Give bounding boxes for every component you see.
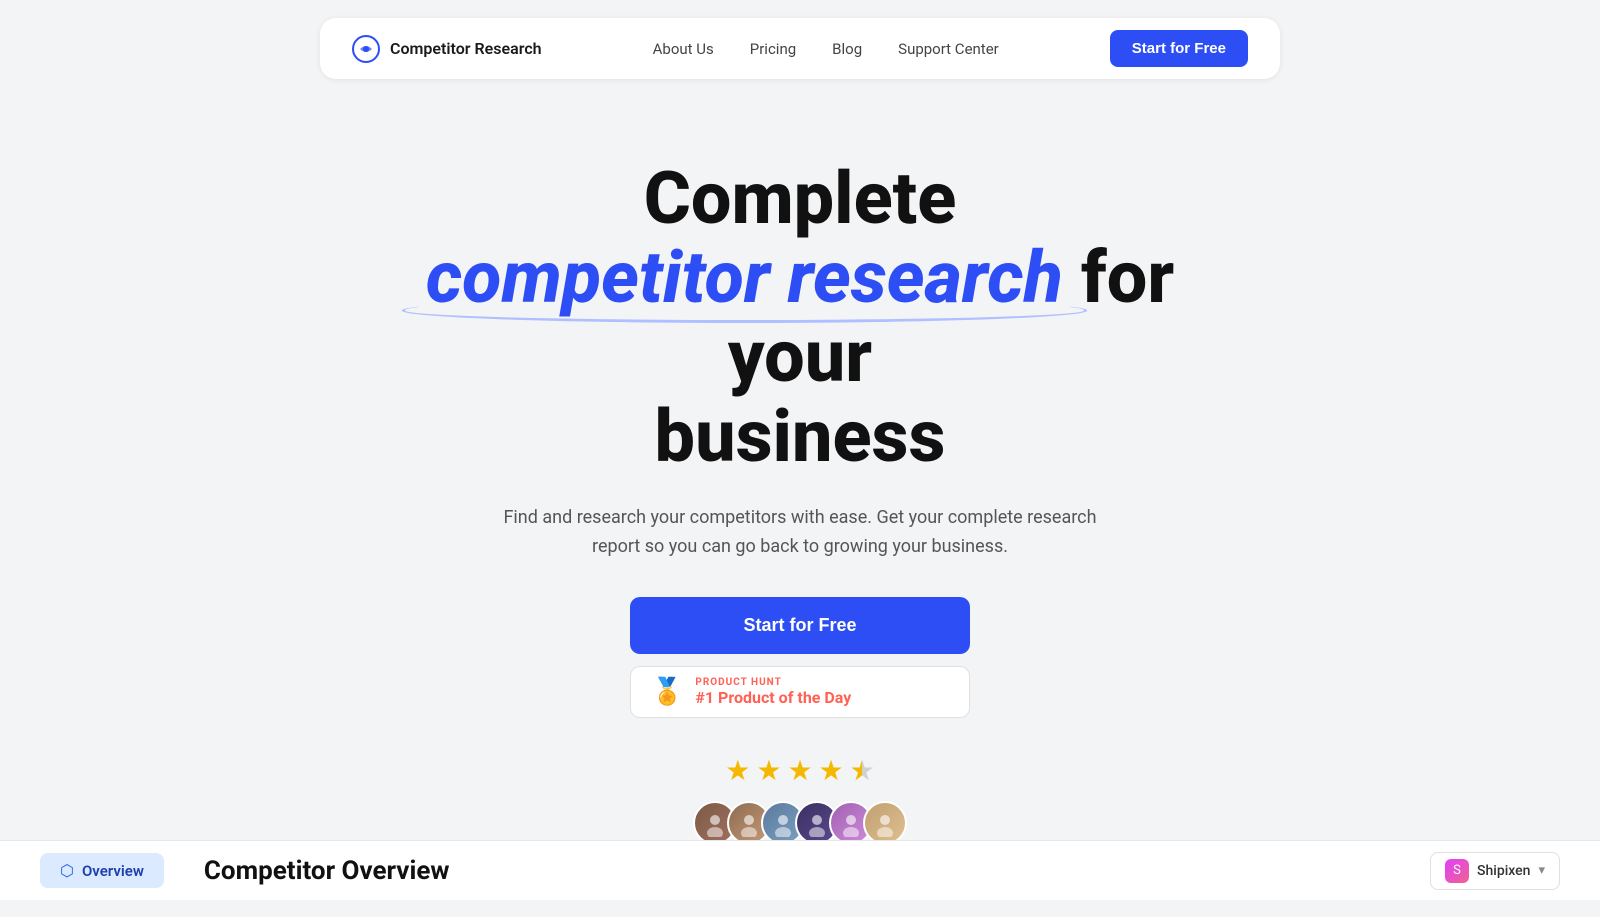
logo-icon — [352, 35, 380, 63]
ph-title: #1 Product of the Day — [695, 688, 851, 707]
shipixen-icon: S — [1445, 859, 1469, 883]
shipixen-badge[interactable]: S Shipixen ▾ — [1430, 852, 1560, 890]
avatar-6 — [863, 801, 907, 845]
star-rating: ★ ★ ★ ★ ★★ — [725, 754, 875, 787]
nav-start-free-button[interactable]: Start for Free — [1110, 30, 1248, 67]
nav-link-pricing[interactable]: Pricing — [750, 40, 796, 58]
star-2: ★ — [756, 754, 781, 787]
star-5: ★★ — [850, 754, 875, 787]
hero-title-italic: competitor research — [426, 238, 1063, 317]
nav-links: About Us Pricing Blog Support Center — [653, 40, 999, 58]
hero-title: Complete competitor research for your bu… — [400, 159, 1200, 476]
logo-text: Competitor Research — [390, 39, 542, 58]
hero-subtitle: Find and research your competitors with … — [500, 504, 1100, 562]
ph-medal-icon: 🏅 — [651, 677, 683, 707]
star-1: ★ — [725, 754, 750, 787]
nav-container: Competitor Research About Us Pricing Blo… — [320, 18, 1280, 79]
hero-section: Complete competitor research for your bu… — [0, 79, 1600, 917]
overview-tab-icon: ⬡ — [60, 861, 74, 880]
star-3: ★ — [787, 754, 812, 787]
product-hunt-badge[interactable]: 🏅 PRODUCT HUNT #1 Product of the Day — [630, 666, 970, 718]
hero-title-line1: Complete — [644, 156, 957, 241]
hero-buttons: Start for Free 🏅 PRODUCT HUNT #1 Product… — [630, 597, 970, 718]
hero-title-business: business — [655, 394, 946, 479]
overview-tab-label: Overview — [82, 862, 144, 880]
navbar: Competitor Research About Us Pricing Blo… — [0, 0, 1600, 79]
nav-link-about[interactable]: About Us — [653, 40, 714, 58]
logo-link[interactable]: Competitor Research — [352, 35, 542, 63]
ph-text: PRODUCT HUNT #1 Product of the Day — [695, 677, 851, 707]
chevron-down-icon: ▾ — [1538, 863, 1545, 878]
bottom-bar: ⬡ Overview Competitor Overview S Shipixe… — [0, 840, 1600, 900]
star-4: ★ — [819, 754, 844, 787]
overview-tab[interactable]: ⬡ Overview — [40, 853, 164, 888]
shipixen-text: Shipixen — [1477, 863, 1530, 879]
avatar-group — [693, 801, 907, 845]
hero-start-free-button[interactable]: Start for Free — [630, 597, 970, 654]
ph-label: PRODUCT HUNT — [695, 677, 851, 688]
nav-link-support[interactable]: Support Center — [898, 40, 999, 58]
competitor-overview-title: Competitor Overview — [204, 856, 1430, 886]
nav-link-blog[interactable]: Blog — [832, 40, 862, 58]
